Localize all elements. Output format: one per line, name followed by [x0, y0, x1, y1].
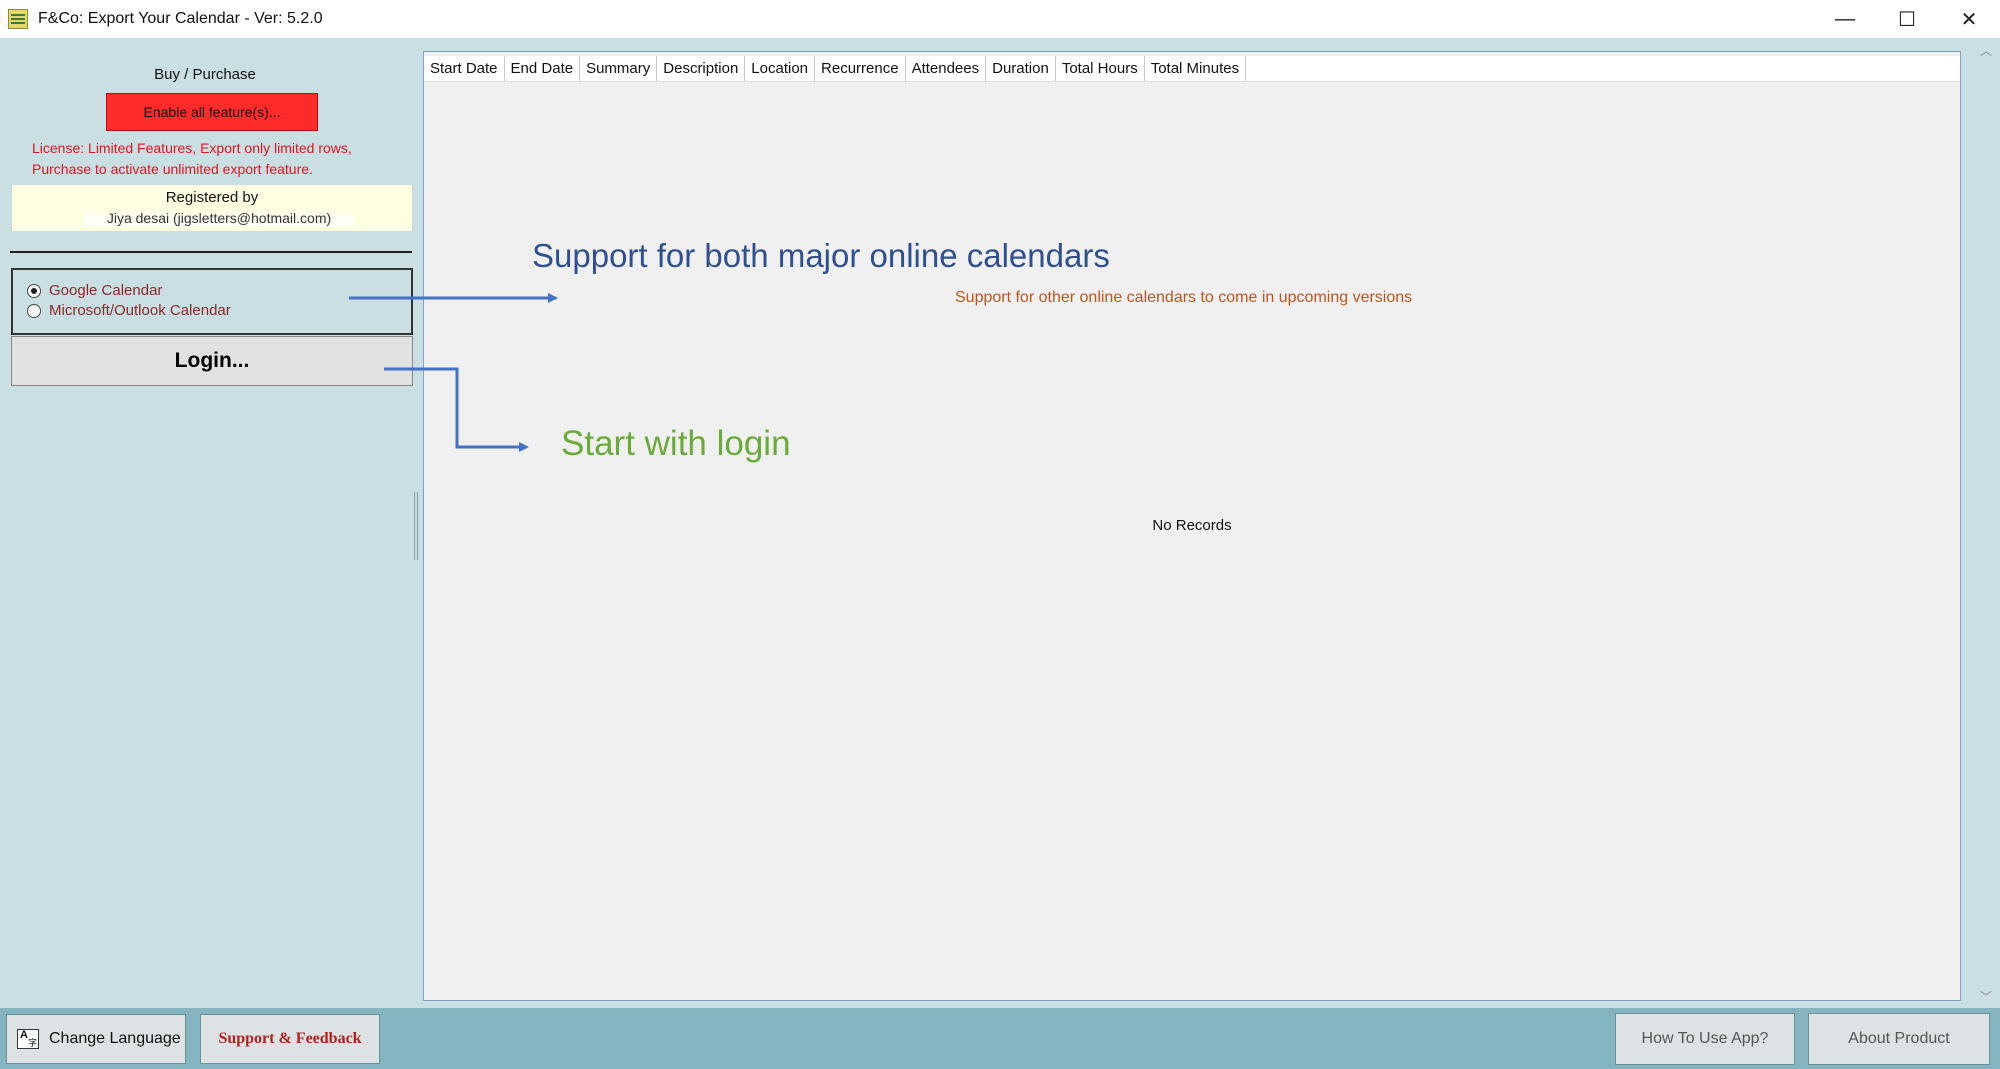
maximize-button[interactable]: ☐ — [1876, 0, 1938, 38]
grid-header: Start Date End Date Summary Description … — [424, 56, 1960, 82]
radio-button-unchecked[interactable] — [27, 303, 41, 318]
scroll-down-icon[interactable]: ﹀ — [1972, 986, 2000, 1006]
radio-label-microsoft: Microsoft/Outlook Calendar — [49, 302, 231, 319]
minimize-button[interactable]: — — [1814, 0, 1876, 38]
support-feedback-button[interactable]: Support & Feedback — [200, 1014, 380, 1064]
column-header-start-date[interactable]: Start Date — [424, 56, 505, 81]
login-button[interactable]: Login... — [11, 336, 413, 386]
column-header-summary[interactable]: Summary — [580, 56, 658, 81]
close-icon: ✕ — [1960, 8, 1978, 31]
bottom-bar: A Change Language Support & Feedback How… — [0, 1008, 2000, 1069]
registered-by-value: Jiya desai (jigsletters@hotmail.com) — [84, 213, 354, 227]
change-language-button[interactable]: A Change Language — [6, 1014, 186, 1064]
title-bar: F&Co: Export Your Calendar - Ver: 5.2.0 … — [0, 0, 2000, 38]
left-panel: Buy / Purchase Enable all feature(s)... … — [0, 38, 418, 1008]
calendar-type-group: Google Calendar Microsoft/Outlook Calend… — [11, 268, 413, 335]
registered-by-label: Registered by — [165, 189, 259, 206]
events-grid[interactable]: Start Date End Date Summary Description … — [423, 51, 1961, 1001]
enable-all-features-button[interactable]: Enable all feature(s)... — [106, 93, 318, 131]
window-title: F&Co: Export Your Calendar - Ver: 5.2.0 — [38, 10, 323, 27]
column-header-total-hours[interactable]: Total Hours — [1056, 56, 1145, 81]
license-line-1: License: Limited Features, Export only l… — [32, 140, 352, 156]
radio-google-calendar[interactable]: Google Calendar — [27, 282, 162, 299]
window-controls: — ☐ ✕ — [1814, 0, 2000, 38]
vertical-scrollbar[interactable]: ︿ ﹀ — [1972, 38, 2000, 1008]
close-button[interactable]: ✕ — [1938, 0, 2000, 38]
minimize-icon: — — [1835, 7, 1855, 30]
annotation-start-with-login: Start with login — [561, 424, 791, 463]
panel-splitter[interactable] — [414, 492, 418, 560]
how-to-use-button[interactable]: How To Use App? — [1615, 1013, 1795, 1065]
column-header-location[interactable]: Location — [745, 56, 816, 81]
no-records-message: No Records — [1152, 517, 1232, 534]
column-header-end-date[interactable]: End Date — [505, 56, 581, 81]
license-line-2: Purchase to activate unlimited export fe… — [32, 161, 313, 177]
radio-microsoft-calendar[interactable]: Microsoft/Outlook Calendar — [27, 302, 231, 319]
column-header-duration[interactable]: Duration — [986, 56, 1056, 81]
scroll-up-icon[interactable]: ︿ — [1972, 40, 2000, 60]
annotation-major-calendars: Support for both major online calendars — [532, 237, 1110, 274]
language-icon: A — [17, 1029, 39, 1049]
change-language-label: Change Language — [49, 1030, 181, 1047]
registered-box: Registered by Jiya desai (jigsletters@ho… — [12, 185, 412, 231]
column-header-recurrence[interactable]: Recurrence — [815, 56, 906, 81]
radio-label-google: Google Calendar — [49, 282, 163, 299]
buy-purchase-label: Buy / Purchase — [154, 66, 256, 83]
about-product-button[interactable]: About Product — [1808, 1013, 1990, 1065]
column-header-total-minutes[interactable]: Total Minutes — [1145, 56, 1247, 81]
column-header-description[interactable]: Description — [657, 56, 746, 81]
annotation-other-calendars: Support for other online calendars to co… — [955, 289, 1413, 306]
license-text: License: Limited Features, Export only l… — [32, 138, 402, 180]
radio-button-checked[interactable] — [27, 283, 41, 298]
app-calendar-icon — [8, 9, 28, 29]
column-header-attendees[interactable]: Attendees — [906, 56, 987, 81]
divider — [10, 251, 412, 253]
maximize-icon: ☐ — [1898, 8, 1916, 31]
